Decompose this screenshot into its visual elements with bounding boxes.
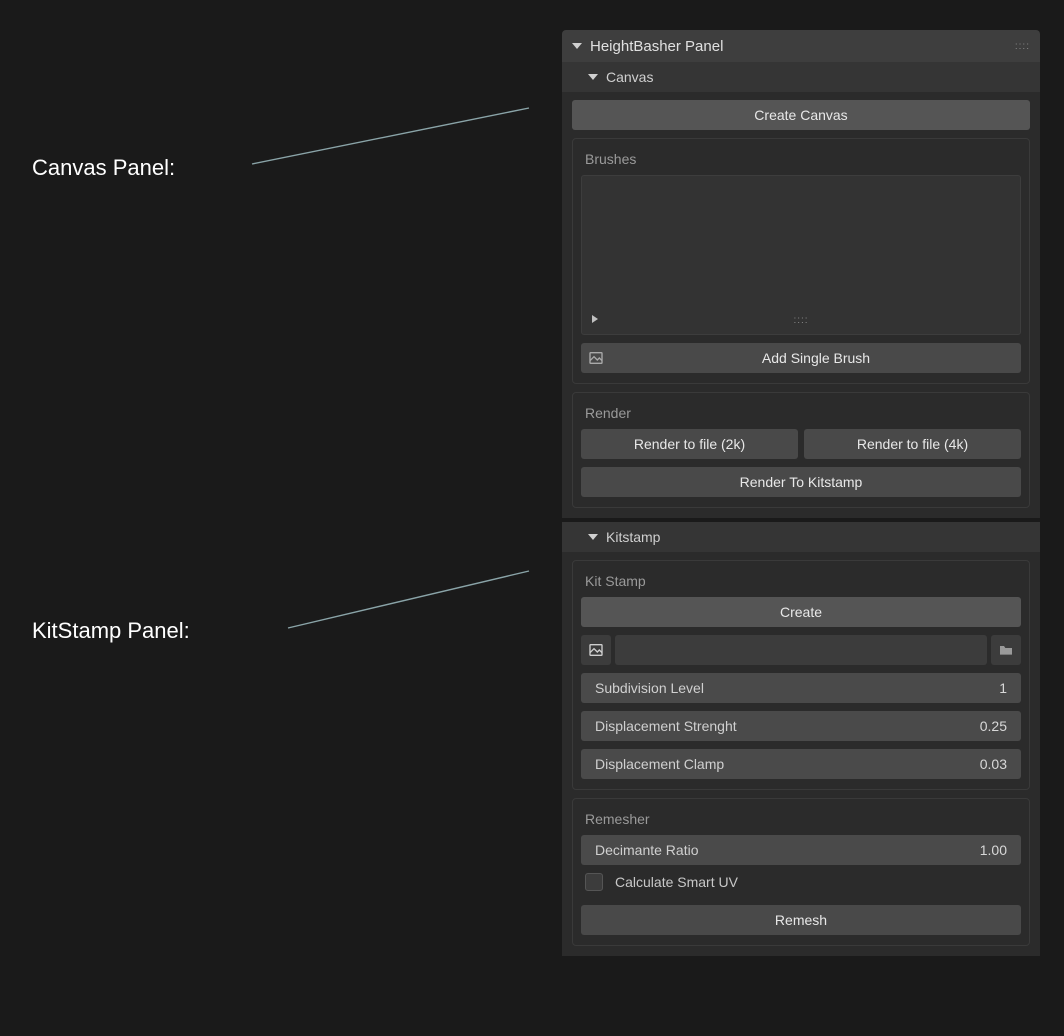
- canvas-subpanel-header[interactable]: Canvas: [562, 62, 1040, 92]
- kitstamp-group-label: Kit Stamp: [581, 569, 1021, 597]
- create-canvas-button[interactable]: Create Canvas: [572, 100, 1030, 130]
- render-label: Render: [581, 401, 1021, 429]
- image-path-input[interactable]: [615, 635, 987, 665]
- image-path-row: [581, 635, 1021, 665]
- chevron-down-icon: [588, 74, 598, 80]
- render-group: Render Render to file (2k) Render to fil…: [572, 392, 1030, 508]
- canvas-section: Create Canvas Brushes :::: Add Single Br…: [562, 92, 1040, 518]
- remesher-label: Remesher: [581, 807, 1021, 835]
- panel-title: HeightBasher Panel: [590, 38, 723, 55]
- canvas-subpanel-title: Canvas: [606, 69, 653, 85]
- decimate-ratio-value: 1.00: [980, 842, 1007, 858]
- annotation-canvas-panel: Canvas Panel:: [32, 155, 175, 181]
- remesh-button[interactable]: Remesh: [581, 905, 1021, 935]
- remesher-group: Remesher Decimante Ratio 1.00 Calculate …: [572, 798, 1030, 946]
- calculate-smart-uv-label: Calculate Smart UV: [615, 874, 738, 890]
- render-to-file-2k-button[interactable]: Render to file (2k): [581, 429, 798, 459]
- calculate-smart-uv-checkbox[interactable]: [585, 873, 603, 891]
- subdivision-level-value: 1: [999, 680, 1007, 696]
- render-to-file-4k-button[interactable]: Render to file (4k): [804, 429, 1021, 459]
- kitstamp-subpanel-header[interactable]: Kitstamp: [562, 522, 1040, 552]
- drag-handle-icon[interactable]: ::::: [793, 315, 808, 326]
- image-icon[interactable]: [581, 635, 611, 665]
- kitstamp-group: Kit Stamp Create Subdivision Level 1 Dis…: [572, 560, 1030, 790]
- kitstamp-section: Kit Stamp Create Subdivision Level 1 Dis…: [562, 552, 1040, 956]
- expand-icon[interactable]: [592, 310, 606, 326]
- decimate-ratio-field[interactable]: Decimante Ratio 1.00: [581, 835, 1021, 865]
- brushes-group: Brushes :::: Add Single Brush: [572, 138, 1030, 384]
- kitstamp-subpanel-title: Kitstamp: [606, 529, 660, 545]
- displacement-strength-value: 0.25: [980, 718, 1007, 734]
- folder-icon[interactable]: [991, 635, 1021, 665]
- chevron-down-icon: [572, 43, 582, 49]
- render-to-kitstamp-button[interactable]: Render To Kitstamp: [581, 467, 1021, 497]
- displacement-clamp-value: 0.03: [980, 756, 1007, 772]
- brushes-list[interactable]: ::::: [581, 175, 1021, 335]
- subdivision-level-field[interactable]: Subdivision Level 1: [581, 673, 1021, 703]
- displacement-clamp-label: Displacement Clamp: [595, 756, 724, 772]
- add-single-brush-button[interactable]: Add Single Brush: [611, 343, 1021, 373]
- displacement-strength-label: Displacement Strenght: [595, 718, 737, 734]
- displacement-clamp-field[interactable]: Displacement Clamp 0.03: [581, 749, 1021, 779]
- displacement-strength-field[interactable]: Displacement Strenght 0.25: [581, 711, 1021, 741]
- chevron-down-icon: [588, 534, 598, 540]
- add-single-brush-row: Add Single Brush: [581, 343, 1021, 373]
- decimate-ratio-label: Decimante Ratio: [595, 842, 699, 858]
- calculate-smart-uv-row[interactable]: Calculate Smart UV: [581, 865, 1021, 895]
- create-button[interactable]: Create: [581, 597, 1021, 627]
- drag-handle-icon[interactable]: ::::: [1015, 41, 1030, 52]
- brushes-label: Brushes: [581, 147, 1021, 175]
- panel-header[interactable]: HeightBasher Panel ::::: [562, 30, 1040, 62]
- image-icon: [581, 343, 611, 373]
- subdivision-level-label: Subdivision Level: [595, 680, 704, 696]
- annotation-kitstamp-panel: KitStamp Panel:: [32, 618, 190, 644]
- heightbasher-panel: HeightBasher Panel :::: Canvas Create Ca…: [562, 30, 1040, 956]
